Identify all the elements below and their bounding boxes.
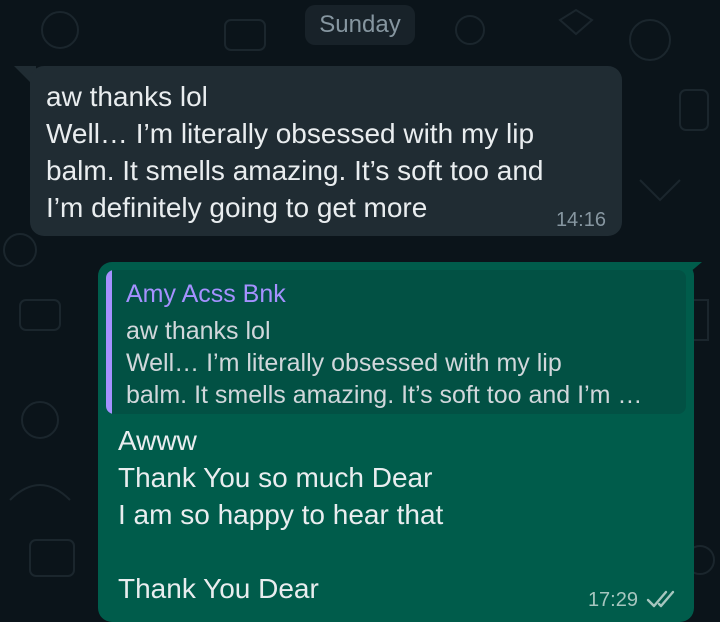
outgoing-message-bubble[interactable]: Amy Acss Bnk aw thanks lol Well… I’m lit…: [98, 262, 694, 622]
incoming-message-time: 14:16: [555, 209, 606, 231]
double-check-icon: [646, 590, 675, 608]
incoming-message-bubble[interactable]: aw thanks lol Well… I’m literally obsess…: [30, 66, 622, 236]
outgoing-message-time: 17:29: [587, 589, 638, 611]
outgoing-message-text: Awww Thank You so much Dear I am so happ…: [118, 425, 444, 604]
incoming-message-text: aw thanks lol Well… I’m literally obsess…: [46, 81, 544, 223]
quote-accent-bar: [106, 270, 112, 414]
quoted-reply[interactable]: Amy Acss Bnk aw thanks lol Well… I’m lit…: [106, 270, 686, 414]
quoted-message-text: aw thanks lol Well… I’m literally obsess…: [126, 317, 643, 409]
date-separator: Sunday: [305, 5, 415, 45]
quoted-author-name: Amy Acss Bnk: [126, 280, 286, 308]
